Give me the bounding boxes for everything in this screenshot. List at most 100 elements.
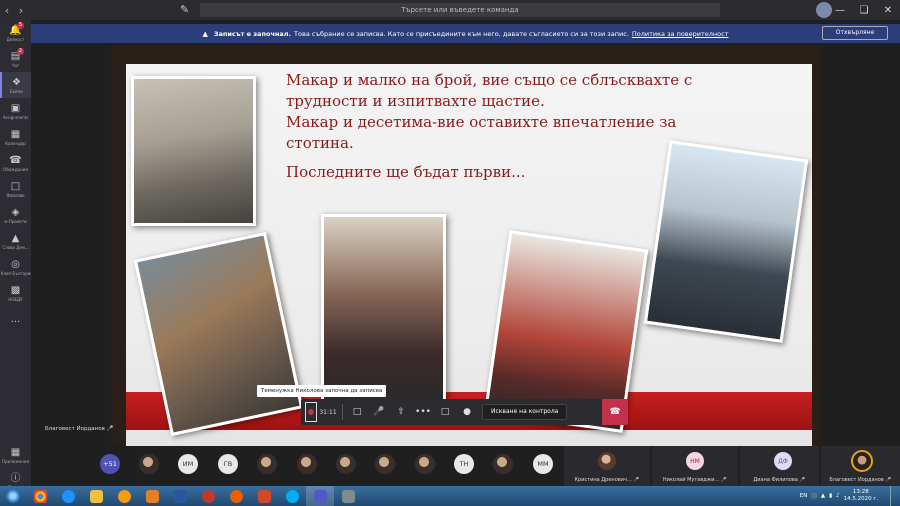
rail-item-6[interactable]: □ Файлове — [0, 176, 31, 202]
participant-avatar[interactable]: ТН — [454, 454, 474, 474]
recording-toast: Теменужка Николова започна да записва — [257, 385, 387, 397]
skype-icon[interactable] — [278, 486, 306, 506]
participant-tile[interactable]: Кристина Дренович... 🎤 — [563, 446, 650, 486]
participant-avatar[interactable] — [297, 454, 317, 474]
close-icon[interactable]: ✕ — [876, 0, 900, 20]
record-indicator-icon[interactable] — [305, 402, 317, 422]
banner-title: Записът е започнал. — [213, 29, 292, 38]
participant-name: Николай Мутавджи... 🎤 — [662, 477, 728, 483]
rail-item-10[interactable]: ▩ НОЕДУ — [0, 280, 31, 306]
mic-muted-icon: 🎤 — [633, 477, 640, 483]
phone-hangup-icon: ☎ — [609, 407, 621, 417]
files-icon: □ — [10, 180, 21, 192]
participant-name: Диана Филипова 🎤 — [753, 477, 806, 483]
participant-avatar[interactable] — [257, 454, 277, 474]
participant-avatar[interactable] — [493, 454, 513, 474]
word-icon[interactable] — [166, 486, 194, 506]
media-player-icon[interactable] — [110, 486, 138, 506]
slide-line-2: Макар и десетима-вие оставихте впечатлен… — [286, 113, 677, 152]
presenter-name: Благовест Йорданов 🎤 — [45, 426, 114, 432]
participant-avatar[interactable] — [336, 454, 356, 474]
participant-avatar[interactable] — [139, 454, 159, 474]
rail-apps[interactable]: ▦ Приложения — [0, 442, 31, 468]
participant-avatar[interactable]: ГВ — [218, 454, 238, 474]
language-indicator[interactable]: EN — [800, 493, 808, 499]
slide-text: Макар и малко на брой, вие също се сблъс… — [286, 70, 706, 183]
rail-item-7[interactable]: ◈ м-Проекти — [0, 202, 31, 228]
rail-item-5[interactable]: ☎ Обаждания — [0, 150, 31, 176]
participant-avatar[interactable] — [375, 454, 395, 474]
window-controls: — ❏ ✕ — [828, 0, 900, 20]
request-control-button[interactable]: Искване на контрола — [482, 404, 568, 420]
rail-item-label: НОЕДУ — [8, 296, 23, 302]
rail-item-1[interactable]: ▤ Чат 2 — [0, 46, 31, 72]
search-input[interactable]: Търсете или въведете команда — [200, 3, 720, 17]
start-button[interactable] — [0, 486, 26, 506]
maximize-icon[interactable]: ❏ — [852, 0, 876, 20]
powerpoint-icon[interactable] — [250, 486, 278, 506]
participant-avatar[interactable]: ИМ — [178, 454, 198, 474]
building-icon: ▩ — [10, 284, 21, 296]
mic-off-icon[interactable]: 🎤 — [368, 401, 390, 423]
show-desktop-button[interactable] — [890, 486, 900, 506]
dismiss-button[interactable]: Отхвърляне — [822, 26, 888, 40]
participant-name: Кристина Дренович... 🎤 — [574, 477, 640, 483]
rail-item-label: Файлове — [6, 192, 25, 198]
rail-item-2[interactable]: ❖ Екипи — [0, 72, 31, 98]
share-screen-icon[interactable]: ⇧ — [390, 401, 412, 423]
volume-icon[interactable]: ♪ — [836, 493, 840, 499]
rail-item-9[interactable]: ◎ Клип България — [0, 254, 31, 280]
camera-off-icon[interactable]: □ — [346, 401, 368, 423]
meeting-stage: ▲ Записът е започнал. Това събрание се з… — [31, 20, 900, 486]
mic-muted-icon: 🎤 — [720, 477, 728, 483]
hang-up-button[interactable]: ☎ — [602, 399, 628, 425]
tray-chevron-icon[interactable]: ▲ — [821, 493, 825, 499]
ie-icon[interactable] — [54, 486, 82, 506]
participant-avatar: НМ — [686, 452, 704, 470]
participant-avatar: ДФ — [774, 452, 792, 470]
teams-icon[interactable] — [306, 486, 334, 506]
explorer-icon[interactable] — [82, 486, 110, 506]
participant-tile[interactable]: НМ Николай Мутавджи... 🎤 — [651, 446, 738, 486]
rail-item-label: Assignments — [2, 114, 29, 120]
firefox-icon[interactable] — [222, 486, 250, 506]
calendar-icon: ▦ — [10, 128, 21, 140]
privacy-link[interactable]: Политика за поверителност — [632, 30, 729, 38]
participant-avatar[interactable] — [415, 454, 435, 474]
mic-muted-icon: 🎤 — [799, 477, 806, 483]
self-tile[interactable]: Благовест Йорданов 🎤 — [820, 446, 900, 486]
rail-item-0[interactable]: 🔔 Дейност 5 — [0, 20, 31, 46]
rail-item-label: м-Проекти — [4, 218, 27, 224]
compose-icon[interactable]: ✎ — [180, 3, 194, 17]
app-rail: 🔔 Дейност 5 ▤ Чат 2 ❖ Екипи ▣ Assignments ▦ Календа… — [0, 20, 31, 490]
rail-item-4[interactable]: ▦ Календар — [0, 124, 31, 150]
minimize-icon[interactable]: — — [828, 0, 852, 20]
rail-item-3[interactable]: ▣ Assignments — [0, 98, 31, 124]
participants-icon[interactable]: ● — [456, 401, 478, 423]
network-icon[interactable]: ▮ — [829, 493, 832, 499]
more-apps-button[interactable]: ... — [0, 306, 31, 332]
app-icon[interactable] — [334, 486, 362, 506]
rail-item-label: Календар — [5, 140, 26, 146]
notification-badge: 5 — [17, 22, 24, 29]
more-options-icon[interactable]: ••• — [412, 401, 434, 423]
participants-strip: +51 ИМ ГВ ТН ММ Кристина Дренович... 🎤 Н… — [31, 446, 900, 486]
participant-tile[interactable]: ДФ Диана Филипова 🎤 — [739, 446, 819, 486]
app-icon[interactable] — [194, 486, 222, 506]
back-icon[interactable]: ‹ — [0, 0, 14, 20]
rail-item-8[interactable]: ▲ Слово Дем... — [0, 228, 31, 254]
warning-icon: ▲ — [202, 29, 208, 38]
participant-avatar[interactable]: ММ — [533, 454, 553, 474]
clock[interactable]: 13:28 14.5.2020 г. — [844, 489, 878, 503]
banner-text: Това събрание се записва. Като се присъе… — [294, 29, 629, 38]
self-avatar — [851, 450, 873, 472]
settings-icon[interactable] — [138, 486, 166, 506]
slide-photo-street — [131, 76, 256, 226]
help-icon[interactable]: ⓘ — [811, 492, 817, 500]
assignments-icon: ▣ — [10, 102, 21, 114]
chrome-icon[interactable] — [26, 486, 54, 506]
forward-icon[interactable]: › — [14, 0, 28, 20]
more-participants-button[interactable]: +51 — [100, 454, 120, 474]
chat-icon[interactable]: □ — [434, 401, 456, 423]
mic-muted-icon: 🎤 — [885, 477, 892, 483]
